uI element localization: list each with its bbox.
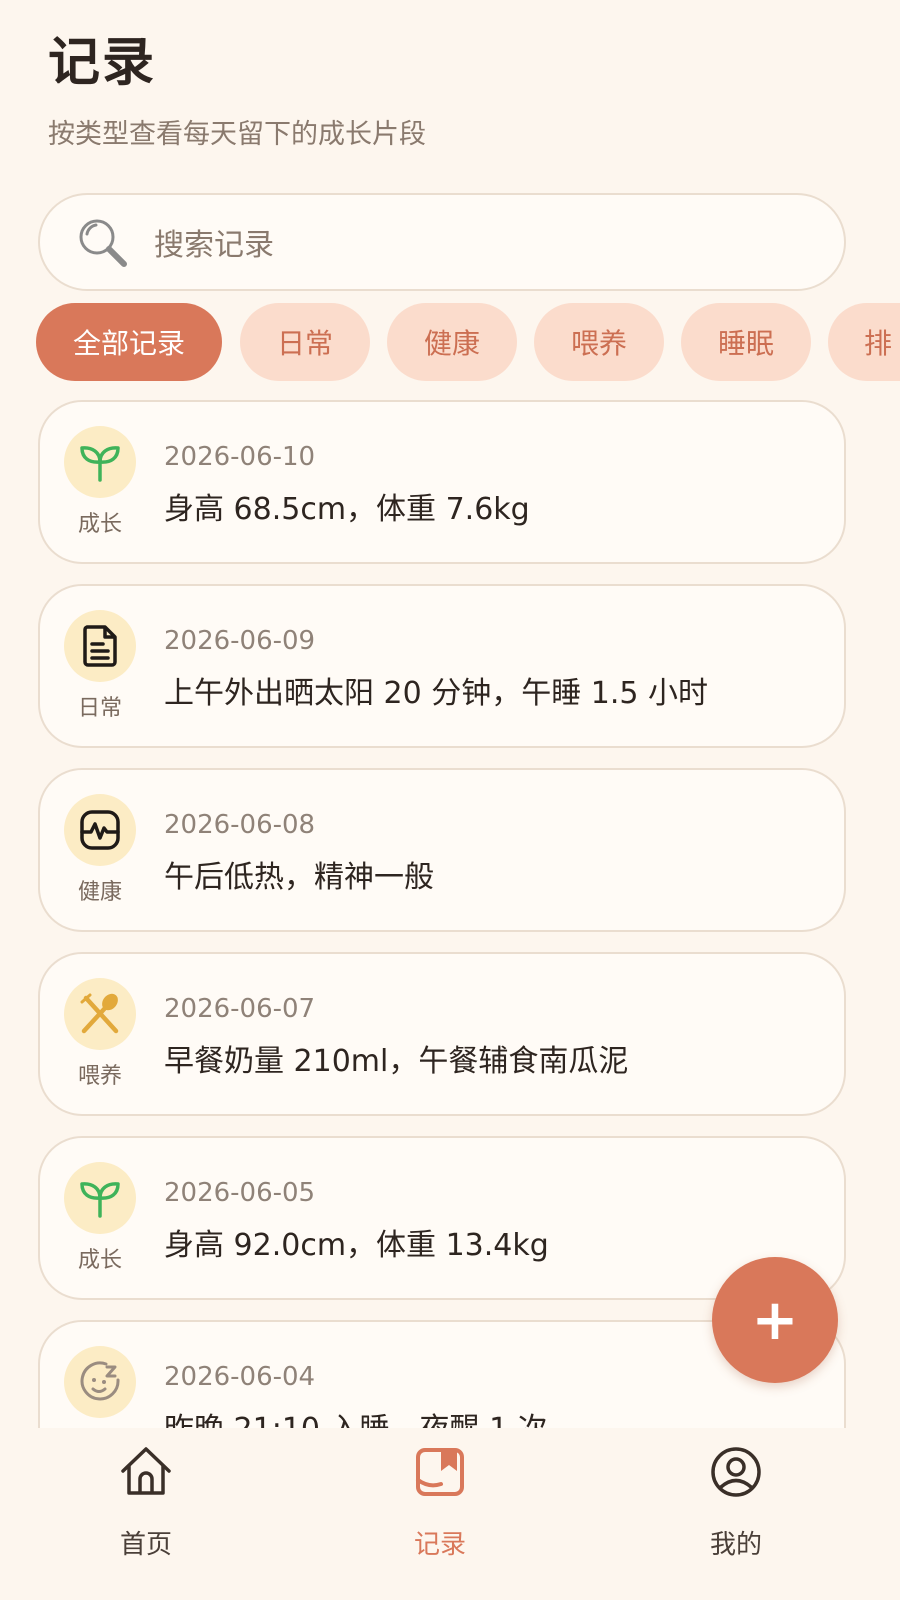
bottom-tab-bar: 首页 记录 我的 bbox=[0, 1428, 900, 1600]
plus-icon: + bbox=[751, 1287, 799, 1353]
tab-home[interactable]: 首页 bbox=[66, 1442, 226, 1561]
search-input[interactable]: 搜索记录 bbox=[38, 193, 846, 291]
bookmark-book-icon bbox=[410, 1442, 470, 1502]
search-placeholder: 搜索记录 bbox=[154, 228, 274, 263]
record-card[interactable]: 喂养 2026-06-07 早餐奶量 210ml，午餐辅食南瓜泥 bbox=[38, 952, 846, 1116]
record-date: 2026-06-10 bbox=[164, 442, 316, 472]
pulse-icon bbox=[64, 794, 136, 866]
tab-records[interactable]: 记录 bbox=[360, 1442, 520, 1561]
sprout-icon bbox=[64, 426, 136, 498]
record-text: 早餐奶量 210ml，午餐辅食南瓜泥 bbox=[164, 1044, 629, 1079]
filter-chip-all[interactable]: 全部记录 bbox=[36, 303, 222, 381]
sleep-face-icon bbox=[64, 1346, 136, 1418]
filter-chip-sleep[interactable]: 睡眠 bbox=[681, 303, 811, 381]
record-text: 上午外出晒太阳 20 分钟，午睡 1.5 小时 bbox=[164, 676, 709, 711]
record-category: 成长 bbox=[64, 1162, 136, 1274]
page-subtitle: 按类型查看每天留下的成长片段 bbox=[48, 119, 426, 150]
search-icon bbox=[72, 212, 132, 272]
tab-label: 首页 bbox=[119, 1530, 172, 1560]
filter-chip-partial[interactable]: 排 bbox=[828, 303, 900, 381]
tab-label: 我的 bbox=[709, 1530, 762, 1560]
record-date: 2026-06-08 bbox=[164, 810, 316, 840]
record-text: 身高 92.0cm，体重 13.4kg bbox=[164, 1228, 549, 1263]
document-icon bbox=[64, 610, 136, 682]
sprout-icon bbox=[64, 1162, 136, 1234]
record-card[interactable]: 成长 2026-06-05 身高 92.0cm，体重 13.4kg bbox=[38, 1136, 846, 1300]
page-title: 记录 bbox=[48, 33, 157, 93]
record-date: 2026-06-09 bbox=[164, 626, 316, 656]
page-header: 记录 按类型查看每天留下的成长片段 bbox=[48, 28, 426, 151]
record-category: 成长 bbox=[64, 426, 136, 538]
filter-chip-daily[interactable]: 日常 bbox=[240, 303, 370, 381]
tab-profile[interactable]: 我的 bbox=[656, 1442, 816, 1561]
records-screen: 记录 按类型查看每天留下的成长片段 搜索记录 全部记录 日常 健康 喂养 睡眠 … bbox=[0, 0, 900, 1600]
record-date: 2026-06-07 bbox=[164, 994, 316, 1024]
category-label: 日常 bbox=[77, 696, 122, 721]
record-card[interactable]: 日常 2026-06-09 上午外出晒太阳 20 分钟，午睡 1.5 小时 bbox=[38, 584, 846, 748]
filter-chip-health[interactable]: 健康 bbox=[387, 303, 517, 381]
category-filter-bar: 全部记录 日常 健康 喂养 睡眠 排 bbox=[36, 303, 900, 383]
category-label: 成长 bbox=[77, 1248, 122, 1273]
category-label: 健康 bbox=[77, 880, 122, 905]
user-circle-icon bbox=[706, 1442, 766, 1502]
filter-chip-feeding[interactable]: 喂养 bbox=[534, 303, 664, 381]
add-record-button[interactable]: + bbox=[712, 1257, 838, 1383]
record-date: 2026-06-04 bbox=[164, 1362, 316, 1392]
record-text: 身高 68.5cm，体重 7.6kg bbox=[164, 492, 530, 527]
record-category: 睡眠 bbox=[64, 1346, 136, 1428]
record-category: 喂养 bbox=[64, 978, 136, 1090]
record-category: 日常 bbox=[64, 610, 136, 722]
tab-label: 记录 bbox=[413, 1530, 466, 1560]
category-label: 成长 bbox=[77, 512, 122, 537]
home-icon bbox=[116, 1442, 176, 1502]
record-category: 健康 bbox=[64, 794, 136, 906]
record-text: 午后低热，精神一般 bbox=[164, 860, 434, 895]
record-date: 2026-06-05 bbox=[164, 1178, 316, 1208]
record-card[interactable]: 健康 2026-06-08 午后低热，精神一般 bbox=[38, 768, 846, 932]
spoon-fork-icon bbox=[64, 978, 136, 1050]
category-label: 喂养 bbox=[77, 1064, 122, 1089]
record-list: 成长 2026-06-10 身高 68.5cm，体重 7.6kg 日常 2026… bbox=[38, 400, 846, 1428]
record-card[interactable]: 成长 2026-06-10 身高 68.5cm，体重 7.6kg bbox=[38, 400, 846, 564]
record-text: 昨晚 21:10 入睡，夜醒 1 次 bbox=[164, 1404, 548, 1428]
